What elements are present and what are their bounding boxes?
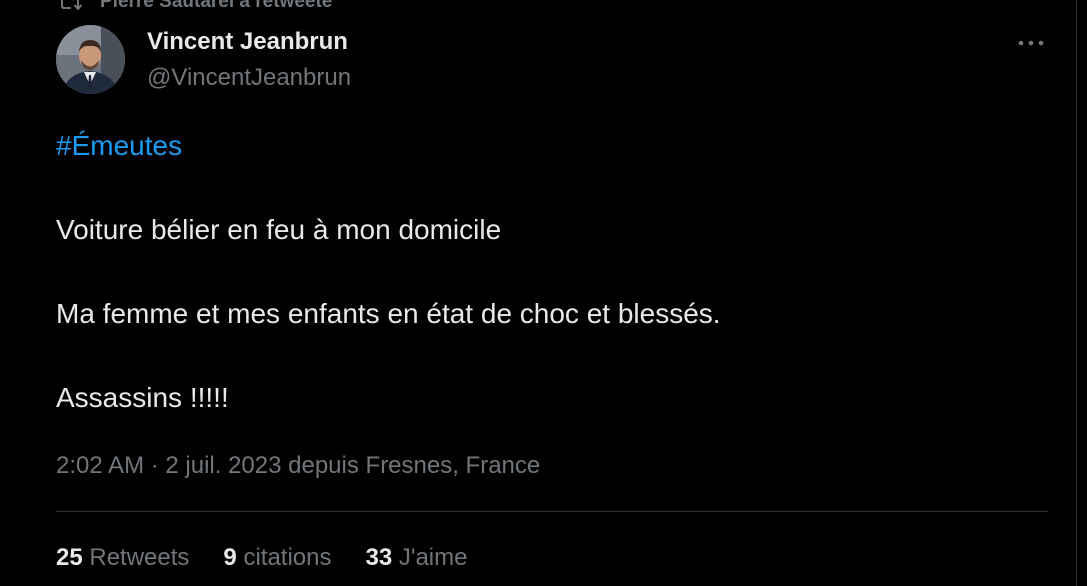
tweet-text-line: Assassins !!!!!	[56, 382, 229, 413]
likes-stat[interactable]: 33 J'aime	[366, 544, 468, 572]
retweets-stat[interactable]: 25 Retweets	[56, 544, 189, 572]
hashtag-link[interactable]: #Émeutes	[56, 130, 182, 162]
quotes-label: citations	[243, 544, 332, 571]
retweets-label: Retweets	[89, 544, 190, 571]
tweet-stats: 25 Retweets 9 citations 33 J'aime	[56, 544, 501, 572]
tweet-article[interactable]: Pierre Sautarel a retweeté Vincent Jeanb…	[28, 0, 1077, 586]
avatar[interactable]	[56, 25, 125, 94]
retweets-count: 25	[56, 544, 83, 571]
more-options-button[interactable]	[1016, 28, 1046, 58]
quotes-count: 9	[223, 544, 237, 571]
quotes-stat[interactable]: 9 citations	[223, 544, 331, 572]
more-options-icon	[1018, 40, 1044, 46]
retweet-context-text: Pierre Sautarel a retweeté	[100, 0, 333, 12]
likes-count: 33	[365, 544, 393, 571]
likes-label: J'aime	[398, 544, 468, 571]
divider	[56, 511, 1048, 512]
retweet-icon	[61, 0, 82, 10]
profile-photo	[56, 25, 125, 94]
author-display-name[interactable]: Vincent Jeanbrun	[147, 28, 348, 56]
tweet-text-line: Voiture bélier en feu à mon domicile	[56, 214, 502, 245]
retweet-context[interactable]: Pierre Sautarel a retweeté	[61, 0, 333, 14]
tweet-text-line: Ma femme et mes enfants en état de choc …	[56, 298, 721, 329]
author-handle[interactable]: @VincentJeanbrun	[147, 64, 351, 92]
tweet-timestamp-location[interactable]: 2:02 AM · 2 juil. 2023 depuis Fresnes, F…	[56, 452, 540, 480]
